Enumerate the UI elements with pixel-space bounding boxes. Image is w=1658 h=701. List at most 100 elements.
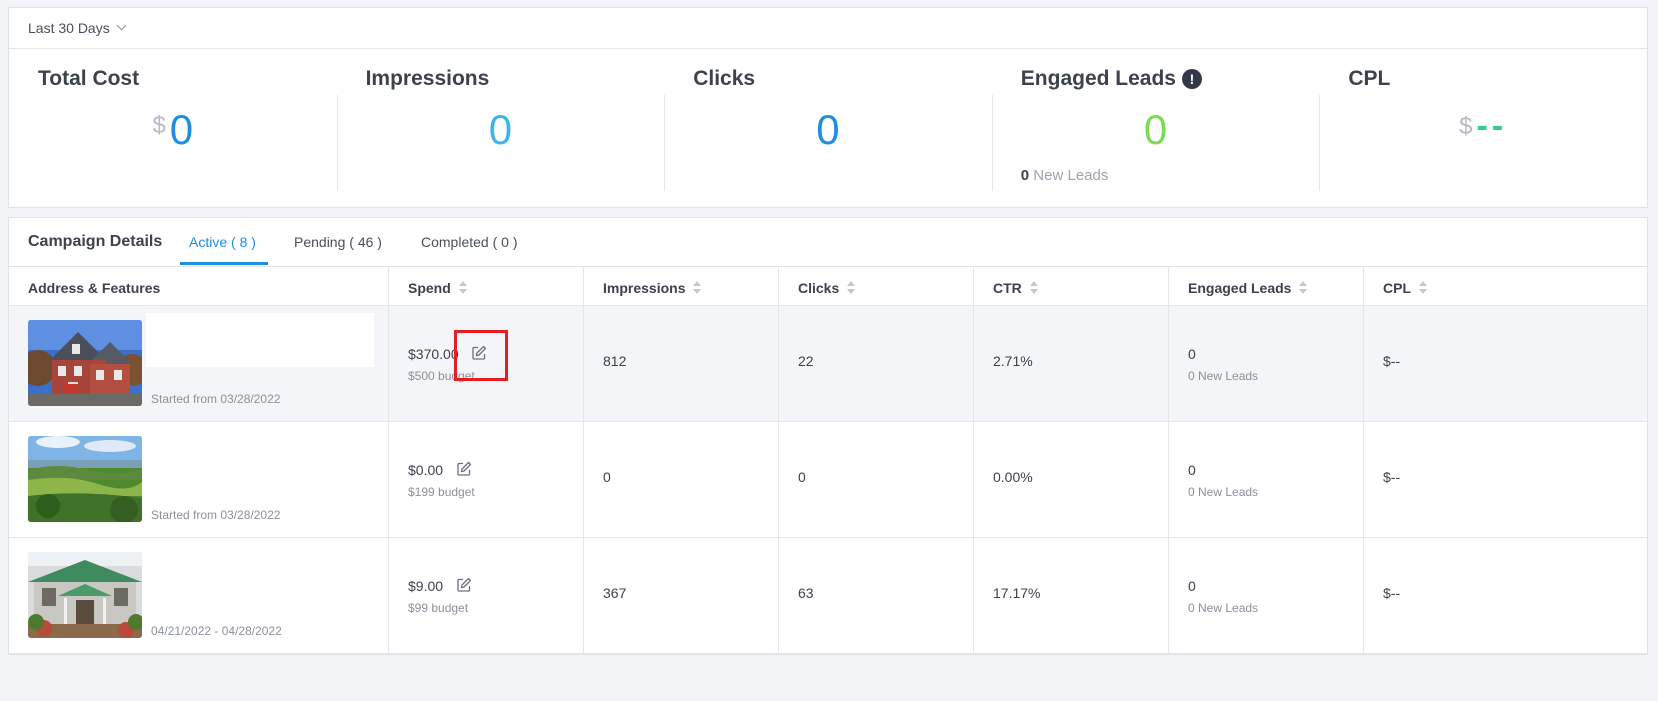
property-thumbnail[interactable] (28, 436, 142, 522)
leads-value: 0 (1188, 462, 1196, 478)
clicks-cell: 22 (778, 306, 973, 421)
tab-completed[interactable]: Completed ( 0 ) (421, 234, 517, 250)
edit-icon[interactable] (456, 577, 472, 593)
table-row[interactable]: Started from 03/28/2022 $370.00 $500 bud… (9, 306, 1647, 422)
campaign-details-card: Campaign Details Active ( 8 ) Pending ( … (8, 217, 1648, 655)
metrics-row: Total Cost $0 Impressions 0 Clicks 0 Eng… (9, 49, 1647, 207)
ctr-value: 2.71% (993, 353, 1033, 369)
currency-symbol: $ (1459, 113, 1473, 140)
address-cell: 04/21/2022 - 04/28/2022 (9, 538, 388, 653)
sort-icon[interactable] (847, 280, 856, 296)
column-header-cpl[interactable]: CPL (1383, 280, 1428, 296)
column-header-impressions[interactable]: Impressions (603, 280, 702, 296)
currency-symbol: $ (152, 112, 166, 139)
ctr-cell: 17.17% (973, 538, 1168, 653)
column-header-label: Engaged Leads (1188, 280, 1292, 296)
engaged-leads-cell: 0 0 New Leads (1168, 306, 1363, 421)
cpl-value: $-- (1383, 353, 1401, 369)
ctr-value: 17.17% (993, 585, 1041, 601)
active-tab-indicator (180, 262, 268, 265)
table-row[interactable]: Started from 03/28/2022 $0.00 $199 budge… (9, 422, 1647, 538)
campaign-date: Started from 03/28/2022 (151, 508, 281, 522)
metric-value: 0 (816, 106, 840, 153)
column-header-ctr[interactable]: CTR (993, 280, 1039, 296)
cpl-cell: $-- (1363, 422, 1647, 537)
column-header-spend[interactable]: Spend (408, 280, 468, 296)
cpl-value: $-- (1383, 469, 1401, 485)
column-header-label: Spend (408, 280, 451, 296)
info-icon[interactable]: ! (1181, 69, 1202, 89)
header-cell: Clicks (778, 267, 973, 305)
metric-label: CPL (1348, 67, 1391, 90)
column-header-clicks[interactable]: Clicks (798, 280, 856, 296)
spend-value: $9.00 (408, 578, 444, 594)
column-header-label: Impressions (603, 280, 686, 296)
metric-value: 0 (488, 106, 513, 153)
metric-engaged-leads: Engaged Leads ! 0 0 New Leads (991, 49, 1320, 207)
metric-total-cost: Total Cost $0 (9, 49, 337, 207)
address-cell: Started from 03/28/2022 (9, 306, 388, 421)
budget-value: $99 budget (408, 601, 469, 615)
column-header-engaged-leads[interactable]: Engaged Leads (1188, 280, 1308, 296)
highlight-box (454, 330, 508, 381)
column-header-label: Clicks (798, 280, 840, 296)
property-thumbnail[interactable] (28, 320, 142, 406)
new-leads-note: 0 New Leads (1021, 167, 1109, 184)
new-leads-value: 0 New Leads (1188, 369, 1259, 383)
sort-icon[interactable] (1419, 280, 1428, 296)
tab-pending[interactable]: Pending ( 46 ) (294, 234, 382, 250)
metric-cpl: CPL $ -- (1319, 49, 1647, 207)
column-header-label: CPL (1383, 280, 1411, 296)
ctr-cell: 2.71% (973, 306, 1168, 421)
spend-value: $370.00 (408, 346, 459, 362)
summary-card: Last 30 Days Total Cost $0 Impressions 0… (8, 7, 1648, 208)
clicks-cell: 0 (778, 422, 973, 537)
new-leads-value: 0 New Leads (1188, 485, 1259, 499)
impressions-cell: 812 (583, 306, 778, 421)
impressions-cell: 0 (583, 422, 778, 537)
new-leads-label: New Leads (1033, 167, 1109, 184)
impressions-cell: 367 (583, 538, 778, 653)
campaign-date: Started from 03/28/2022 (151, 392, 281, 406)
new-leads-value: 0 New Leads (1188, 601, 1259, 615)
metric-label: Engaged Leads ! (1021, 67, 1202, 91)
table-row[interactable]: 04/21/2022 - 04/28/2022 $9.00 $99 budget… (9, 538, 1647, 654)
edit-icon[interactable] (456, 461, 472, 477)
spend-cell: $9.00 $99 budget (388, 538, 583, 653)
spend-cell: $0.00 $199 budget (388, 422, 583, 537)
metric-value: $ -- (1319, 99, 1647, 150)
cpl-cell: $-- (1363, 538, 1647, 653)
clicks-value: 63 (798, 585, 814, 601)
metric-label-text: Engaged Leads (1020, 67, 1176, 90)
sort-icon[interactable] (1299, 280, 1308, 296)
campaign-tabs: Campaign Details Active ( 8 ) Pending ( … (9, 218, 1647, 267)
leads-value: 0 (1188, 346, 1196, 362)
header-cell: Address & Features (9, 267, 388, 305)
metric-clicks: Clicks 0 (664, 49, 992, 207)
column-header-address: Address & Features (28, 280, 161, 296)
metric-number: -- (1476, 107, 1508, 145)
header-cell: Engaged Leads (1168, 267, 1363, 305)
table-header: Address & Features Spend Impressions Cli… (9, 267, 1647, 306)
impressions-value: 0 (603, 469, 611, 485)
sort-icon[interactable] (693, 280, 702, 296)
metric-impressions: Impressions 0 (336, 49, 665, 207)
leads-value: 0 (1188, 578, 1196, 594)
engaged-leads-cell: 0 0 New Leads (1168, 538, 1363, 653)
tab-active[interactable]: Active ( 8 ) (189, 234, 256, 250)
metric-label: Total Cost (38, 67, 140, 90)
sort-icon[interactable] (1029, 280, 1039, 296)
ctr-value: 0.00% (993, 469, 1033, 485)
chevron-down-icon (116, 20, 127, 30)
ctr-cell: 0.00% (973, 422, 1168, 537)
property-thumbnail[interactable] (28, 552, 142, 638)
date-range-dropdown[interactable]: Last 30 Days (9, 8, 1647, 49)
impressions-value: 812 (603, 353, 627, 369)
spend-value: $0.00 (408, 462, 444, 478)
metric-label: Clicks (693, 67, 756, 90)
sort-icon[interactable] (458, 280, 468, 296)
header-cell: Impressions (583, 267, 778, 305)
cpl-cell: $-- (1363, 306, 1647, 421)
section-title: Campaign Details (28, 233, 163, 250)
new-leads-count: 0 (1020, 167, 1030, 184)
